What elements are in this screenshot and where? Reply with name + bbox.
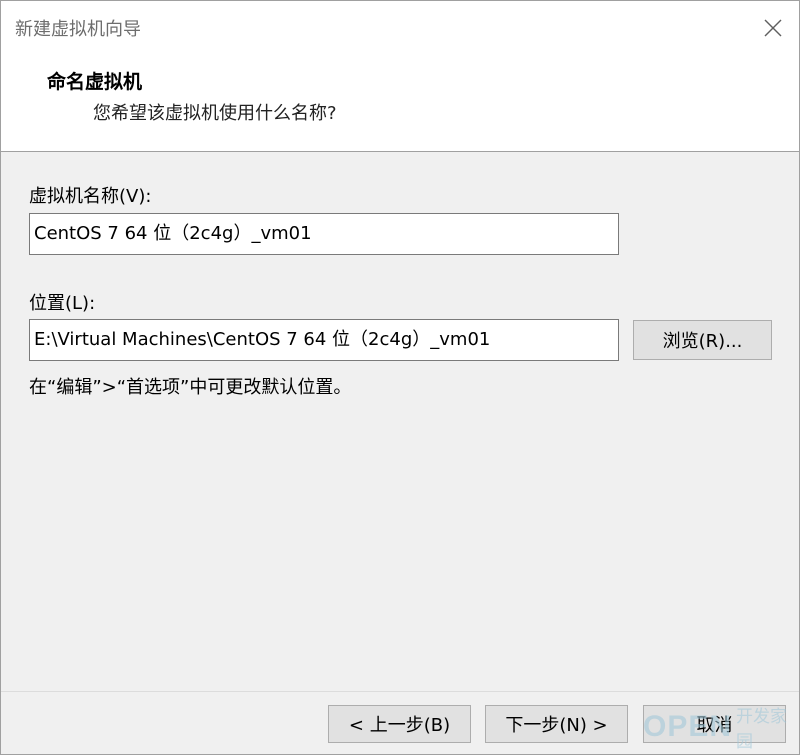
vm-name-input[interactable]: CentOS 7 64 位（2c4g）_vm01 xyxy=(29,213,619,255)
page-subtitle: 您希望该虚拟机使用什么名称? xyxy=(93,103,337,124)
title-bar: 新建虚拟机向导 xyxy=(1,1,799,53)
location-input[interactable]: E:\Virtual Machines\CentOS 7 64 位（2c4g）_… xyxy=(29,319,619,361)
close-button[interactable] xyxy=(753,9,793,47)
window-title: 新建虚拟机向导 xyxy=(15,19,141,40)
vm-name-label: 虚拟机名称(V): xyxy=(29,186,152,207)
default-location-hint: 在“编辑”>“首选项”中可更改默认位置。 xyxy=(29,377,352,398)
browse-button[interactable]: 浏览(R)... xyxy=(633,320,772,360)
page-title: 命名虚拟机 xyxy=(47,71,143,93)
back-button[interactable]: < 上一步(B) xyxy=(328,705,471,743)
footer-divider xyxy=(1,691,799,692)
wizard-header: 命名虚拟机 您希望该虚拟机使用什么名称? xyxy=(1,53,799,152)
location-label: 位置(L): xyxy=(29,293,96,314)
new-vm-wizard-dialog: 新建虚拟机向导 命名虚拟机 您希望该虚拟机使用什么名称? 虚拟机名称(V): C… xyxy=(0,0,800,755)
next-button[interactable]: 下一步(N) > xyxy=(485,705,628,743)
cancel-button[interactable]: 取消 xyxy=(643,705,786,743)
close-icon xyxy=(764,19,782,37)
